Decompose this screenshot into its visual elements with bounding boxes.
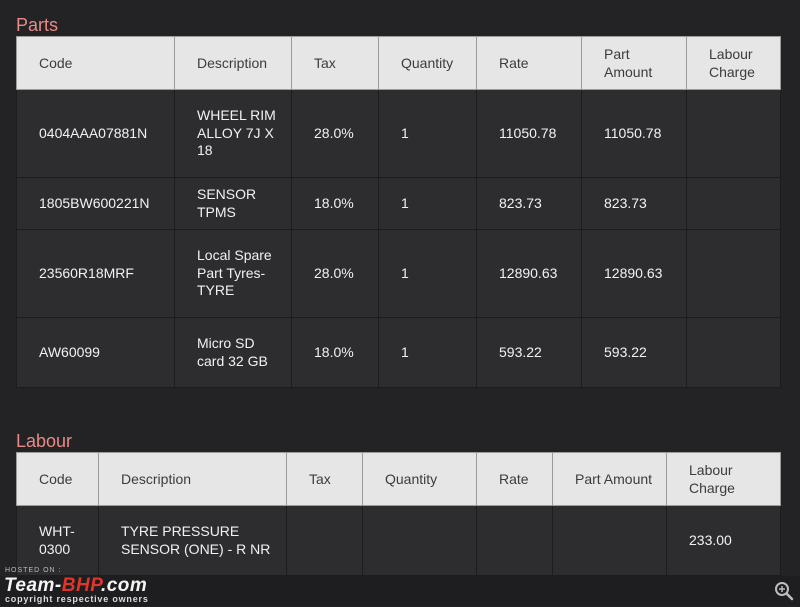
table-row: AW60099 Micro SD card 32 GB 18.0% 1 593.… [16, 317, 781, 388]
cell-rate: 823.73 [476, 177, 582, 230]
cell-part-amount [552, 505, 667, 576]
cell-quantity: 1 [378, 317, 477, 388]
cell-part-amount: 12890.63 [581, 229, 687, 318]
table-row: 0404AAA07881N WHEEL RIM ALLOY 7J X 18 28… [16, 89, 781, 178]
column-header-tax[interactable]: Tax [286, 452, 363, 506]
cell-description: TYRE PRESSURE SENSOR (ONE) - R NR [98, 505, 287, 576]
cell-labour-charge [686, 229, 781, 318]
table-header-row: Code Description Tax Quantity Rate Part … [16, 36, 781, 90]
table-header-row: Code Description Tax Quantity Rate Part … [16, 452, 781, 506]
column-header-labour-charge[interactable]: Labour Charge [666, 452, 781, 506]
cell-code: AW60099 [16, 317, 175, 388]
table-row: WHT-0300 TYRE PRESSURE SENSOR (ONE) - R … [16, 505, 781, 576]
cell-quantity: 1 [378, 177, 477, 230]
column-header-description[interactable]: Description [174, 36, 292, 90]
cell-rate: 593.22 [476, 317, 582, 388]
cell-quantity: 1 [378, 89, 477, 178]
zoom-icon[interactable] [772, 580, 796, 602]
cell-part-amount: 823.73 [581, 177, 687, 230]
column-header-labour-charge[interactable]: Labour Charge [686, 36, 781, 90]
zoom-icon-graphic [775, 582, 794, 601]
cell-description: SENSOR TPMS [174, 177, 292, 230]
column-header-tax[interactable]: Tax [291, 36, 379, 90]
column-header-part-amount[interactable]: Part Amount [552, 452, 667, 506]
parts-table: Code Description Tax Quantity Rate Part … [16, 36, 781, 388]
cell-code: 1805BW600221N [16, 177, 175, 230]
column-header-description[interactable]: Description [98, 452, 287, 506]
cell-labour-charge: 233.00 [666, 505, 781, 576]
column-header-quantity[interactable]: Quantity [362, 452, 477, 506]
column-header-part-amount[interactable]: Part Amount [581, 36, 687, 90]
cell-rate [476, 505, 553, 576]
cell-description: WHEEL RIM ALLOY 7J X 18 [174, 89, 292, 178]
labour-section-title: Labour [16, 431, 73, 451]
logo-text-accent: BHP [61, 575, 101, 596]
labour-table: Code Description Tax Quantity Rate Part … [16, 452, 781, 576]
cell-code: 23560R18MRF [16, 229, 175, 318]
cell-tax: 18.0% [291, 317, 379, 388]
cell-quantity: 1 [378, 229, 477, 318]
cell-part-amount: 11050.78 [581, 89, 687, 178]
cell-rate: 12890.63 [476, 229, 582, 318]
cell-labour-charge [686, 317, 781, 388]
cell-description: Local Spare Part Tyres-TYRE [174, 229, 292, 318]
column-header-quantity[interactable]: Quantity [378, 36, 477, 90]
cell-labour-charge [686, 89, 781, 178]
column-header-rate[interactable]: Rate [476, 452, 553, 506]
cell-tax: 28.0% [291, 229, 379, 318]
cell-quantity [362, 505, 477, 576]
cell-tax: 18.0% [291, 177, 379, 230]
parts-section-title: Parts [16, 15, 59, 35]
column-header-code[interactable]: Code [16, 36, 175, 90]
logo-text-tail: .com [100, 575, 148, 596]
cell-part-amount: 593.22 [581, 317, 687, 388]
cell-labour-charge [686, 177, 781, 230]
table-row: 23560R18MRF Local Spare Part Tyres-TYRE … [16, 229, 781, 318]
watermark-copyright: copyright respective owners [5, 594, 149, 604]
watermark-hosted-on: HOSTED ON : [5, 567, 62, 574]
cell-tax: 28.0% [291, 89, 379, 178]
cell-code: WHT-0300 [16, 505, 99, 576]
column-header-rate[interactable]: Rate [476, 36, 582, 90]
column-header-code[interactable]: Code [16, 452, 99, 506]
cell-rate: 11050.78 [476, 89, 582, 178]
logo-text-main: Team- [4, 575, 62, 596]
cell-description: Micro SD card 32 GB [174, 317, 292, 388]
table-row: 1805BW600221N SENSOR TPMS 18.0% 1 823.73… [16, 177, 781, 230]
cell-code: 0404AAA07881N [16, 89, 175, 178]
cell-tax [286, 505, 363, 576]
